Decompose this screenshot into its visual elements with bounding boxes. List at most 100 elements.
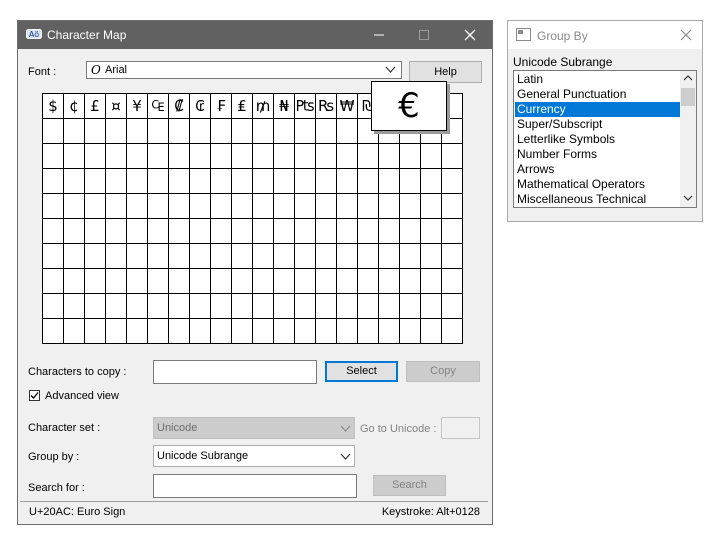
char-cell[interactable]	[420, 243, 442, 269]
char-cell[interactable]	[399, 243, 421, 269]
char-cell[interactable]	[441, 243, 463, 269]
char-cell[interactable]	[84, 318, 106, 344]
char-cell[interactable]	[126, 168, 148, 194]
char-cell[interactable]	[105, 218, 127, 244]
char-cell[interactable]	[441, 168, 463, 194]
char-cell[interactable]	[294, 318, 316, 344]
char-cell[interactable]	[126, 118, 148, 144]
search-input[interactable]	[153, 474, 357, 498]
subrange-list-item[interactable]: Super/Subscript	[515, 117, 680, 132]
char-cell[interactable]	[42, 143, 64, 169]
group-by-dropdown[interactable]: Unicode Subrange	[153, 445, 355, 467]
char-cell[interactable]	[315, 268, 337, 294]
char-cell[interactable]	[315, 193, 337, 219]
char-cell[interactable]	[147, 193, 169, 219]
char-cell[interactable]	[252, 193, 274, 219]
char-cell[interactable]	[441, 218, 463, 244]
title-bar[interactable]: Aö Character Map	[18, 21, 492, 49]
char-cell[interactable]	[252, 218, 274, 244]
subrange-list-item[interactable]: Latin	[515, 72, 680, 87]
char-cell[interactable]	[357, 143, 379, 169]
char-cell[interactable]	[126, 243, 148, 269]
char-cell[interactable]	[336, 218, 358, 244]
char-cell[interactable]	[441, 193, 463, 219]
char-cell[interactable]: ₤	[231, 93, 253, 119]
font-dropdown[interactable]: O Arial	[86, 61, 402, 79]
char-cell[interactable]	[294, 293, 316, 319]
char-cell[interactable]: $	[42, 93, 64, 119]
char-cell[interactable]	[84, 193, 106, 219]
close-button[interactable]	[447, 21, 492, 49]
char-cell[interactable]: ₢	[189, 93, 211, 119]
char-cell[interactable]	[168, 293, 190, 319]
char-cell[interactable]	[105, 118, 127, 144]
char-cell[interactable]	[231, 218, 253, 244]
char-cell[interactable]	[147, 168, 169, 194]
char-cell[interactable]	[252, 168, 274, 194]
subrange-list[interactable]: Latin General Punctuation Currency Super/Su…	[513, 70, 697, 208]
char-cell[interactable]	[189, 318, 211, 344]
char-cell[interactable]	[210, 268, 232, 294]
char-cell[interactable]	[315, 168, 337, 194]
char-cell[interactable]: ₨	[315, 93, 337, 119]
subrange-list-item[interactable]: Currency	[515, 102, 680, 117]
char-cell[interactable]	[273, 318, 295, 344]
char-cell[interactable]	[63, 193, 85, 219]
char-cell[interactable]	[357, 193, 379, 219]
char-cell[interactable]	[378, 218, 400, 244]
char-cell[interactable]	[273, 193, 295, 219]
char-cell[interactable]	[168, 218, 190, 244]
char-cell[interactable]	[252, 268, 274, 294]
char-cell[interactable]	[357, 318, 379, 344]
subrange-list-item[interactable]: Mathematical Operators	[515, 177, 680, 192]
char-cell[interactable]	[126, 318, 148, 344]
char-cell[interactable]	[63, 168, 85, 194]
char-cell[interactable]	[315, 293, 337, 319]
char-cell[interactable]	[210, 318, 232, 344]
char-cell[interactable]	[189, 268, 211, 294]
char-cell[interactable]	[42, 293, 64, 319]
char-cell[interactable]	[399, 168, 421, 194]
char-cell[interactable]	[105, 268, 127, 294]
char-cell[interactable]	[273, 293, 295, 319]
char-cell[interactable]	[357, 293, 379, 319]
char-cell[interactable]	[210, 243, 232, 269]
char-cell[interactable]	[336, 168, 358, 194]
char-cell[interactable]	[210, 293, 232, 319]
char-cell[interactable]	[273, 268, 295, 294]
char-cell[interactable]	[420, 318, 442, 344]
char-cell[interactable]	[189, 193, 211, 219]
char-cell[interactable]	[399, 293, 421, 319]
char-cell[interactable]	[252, 143, 274, 169]
char-cell[interactable]	[420, 193, 442, 219]
char-cell[interactable]	[42, 218, 64, 244]
char-cell[interactable]	[231, 268, 253, 294]
minimize-button[interactable]	[356, 21, 401, 49]
char-cell[interactable]	[273, 243, 295, 269]
char-cell[interactable]	[147, 268, 169, 294]
char-cell[interactable]	[378, 168, 400, 194]
char-cell[interactable]	[42, 168, 64, 194]
char-cell[interactable]	[147, 118, 169, 144]
char-cell[interactable]	[273, 168, 295, 194]
char-cell[interactable]	[378, 243, 400, 269]
char-cell[interactable]	[126, 193, 148, 219]
char-cell[interactable]	[105, 318, 127, 344]
char-cell[interactable]	[420, 293, 442, 319]
close-icon[interactable]	[680, 29, 692, 44]
advanced-view-checkbox[interactable]	[29, 390, 40, 401]
char-cell[interactable]	[63, 243, 85, 269]
char-cell[interactable]	[126, 143, 148, 169]
char-cell[interactable]	[399, 218, 421, 244]
char-cell[interactable]	[378, 318, 400, 344]
char-cell[interactable]	[231, 318, 253, 344]
char-cell[interactable]	[42, 243, 64, 269]
char-cell[interactable]	[42, 193, 64, 219]
char-cell[interactable]	[252, 318, 274, 344]
char-cell[interactable]: ₧	[294, 93, 316, 119]
char-cell[interactable]	[63, 143, 85, 169]
char-cell[interactable]: ¤	[105, 93, 127, 119]
char-cell[interactable]	[189, 218, 211, 244]
char-cell[interactable]	[273, 143, 295, 169]
char-cell[interactable]	[210, 193, 232, 219]
